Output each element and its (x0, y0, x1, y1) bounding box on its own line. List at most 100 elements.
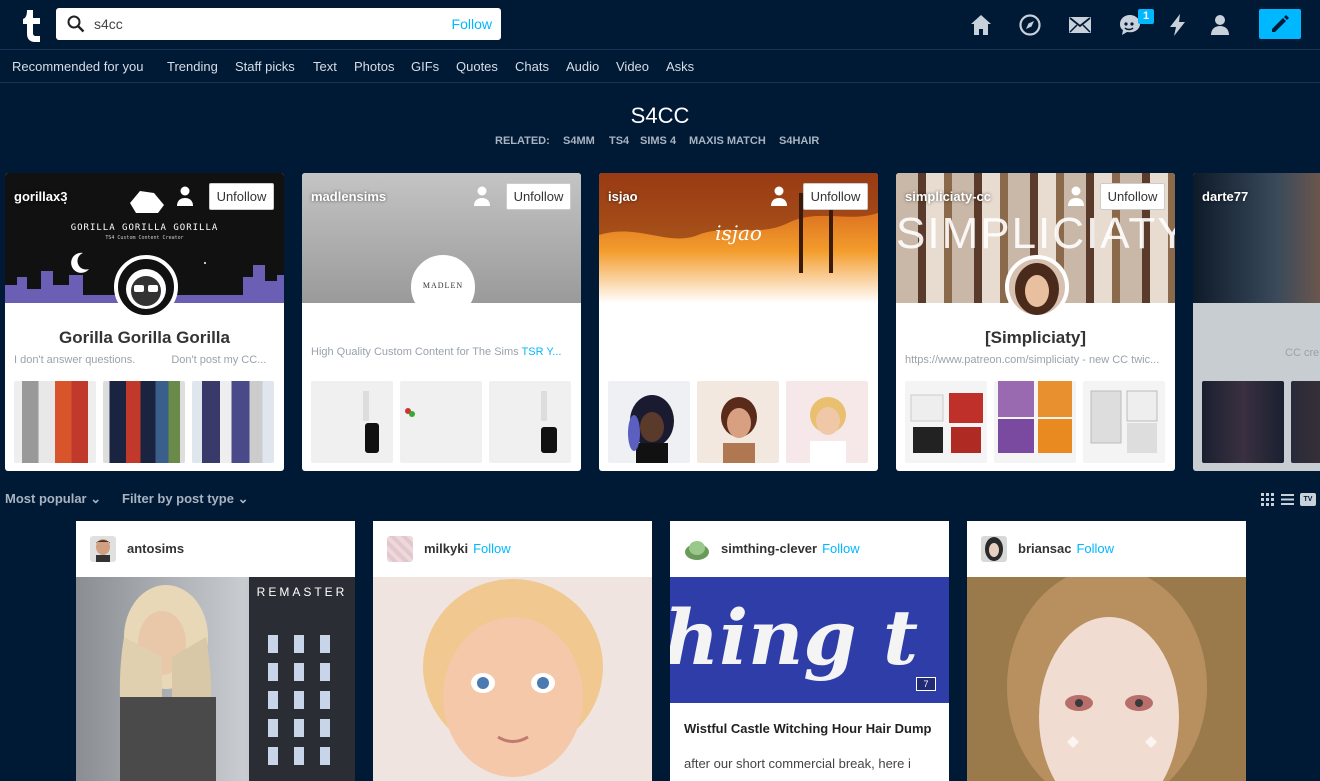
post-avatar[interactable] (981, 536, 1007, 562)
explore-icon[interactable] (1018, 13, 1042, 37)
compose-button[interactable] (1259, 9, 1301, 39)
related-tag-s4hair[interactable]: S4HAIR (779, 135, 819, 147)
post-thumbnail[interactable] (994, 381, 1076, 463)
follow-button[interactable]: Follow (822, 541, 860, 556)
post-thumbnail[interactable] (697, 381, 779, 463)
post-thumbnail[interactable] (489, 381, 571, 463)
related-tag-sims4[interactable]: SIMS 4 (640, 135, 676, 147)
search-follow-button[interactable]: Follow (452, 16, 492, 32)
blog-avatar[interactable] (114, 255, 178, 319)
unfollow-button[interactable]: Unfollow (506, 183, 571, 210)
person-icon (1068, 186, 1084, 206)
banner-title: GORILLA GORILLA GORILLA (70, 223, 219, 233)
post-thumbnail[interactable] (1083, 381, 1165, 463)
tab-text[interactable]: Text (313, 59, 337, 74)
post-thumbnail[interactable] (103, 381, 185, 463)
blog-avatar[interactable]: MADLEN (411, 255, 475, 319)
image-overlay-text: REMASTER (256, 585, 348, 599)
tab-photos[interactable]: Photos (354, 59, 394, 74)
unfollow-button[interactable]: Unfollow (803, 183, 868, 210)
post-thumbnail[interactable] (786, 381, 868, 463)
grid-view-icon[interactable] (1261, 493, 1274, 506)
post-image[interactable] (967, 577, 1246, 781)
blog-description: https://www.patreon.com/simpliciaty - ne… (905, 354, 1160, 366)
chevron-down-icon: ⌄ (237, 491, 249, 506)
post-username[interactable]: simthing-clever Follow (721, 541, 860, 556)
tv-view-icon[interactable]: TV (1300, 493, 1316, 506)
tumblr-logo-icon[interactable] (18, 8, 44, 42)
post-username[interactable]: antosims (127, 541, 184, 556)
tab-quotes[interactable]: Quotes (456, 59, 498, 74)
blog-name[interactable]: darte77 (1202, 189, 1248, 204)
post-thumbnail[interactable] (311, 381, 393, 463)
page-title: S4CC (630, 103, 690, 128)
explore-tabs: Recommended for you Trending Staff picks… (0, 51, 1320, 83)
blog-description: High Quality Custom Content for The Sims… (311, 346, 562, 358)
tab-recommended[interactable]: Recommended for you (12, 59, 144, 74)
post-image[interactable]: hing t 7 (670, 577, 949, 703)
list-view-icon[interactable] (1281, 493, 1294, 506)
blog-avatar[interactable] (1005, 255, 1069, 319)
person-icon (177, 186, 193, 206)
activity-lightning-icon[interactable] (1166, 13, 1190, 37)
blog-card-isjao[interactable]: isjao isjao Unfollow (599, 173, 878, 471)
tab-staff-picks[interactable]: Staff picks (235, 59, 295, 74)
blog-name[interactable]: gorillax3 (14, 189, 67, 204)
blog-name[interactable]: isjao (608, 189, 638, 204)
post-image[interactable]: REMASTER (76, 577, 355, 781)
blog-description: CC cre (1285, 347, 1320, 359)
follow-button[interactable]: Follow (473, 541, 511, 556)
search-icon (67, 15, 85, 33)
post-milkyki[interactable]: milkyki Follow (373, 521, 652, 781)
follow-button[interactable]: Follow (1076, 541, 1114, 556)
related-tag-maxis-match[interactable]: MAXIS MATCH (689, 135, 766, 147)
unfollow-button[interactable]: Unfollow (209, 183, 274, 210)
person-icon (474, 186, 490, 206)
tab-gifs[interactable]: GIFs (411, 59, 439, 74)
post-simthing-clever[interactable]: simthing-clever Follow hing t 7 Wistful C… (670, 521, 949, 781)
photo-count-badge: 7 (916, 677, 936, 691)
post-thumbnail[interactable] (14, 381, 96, 463)
blog-card-gorillax3[interactable]: GORILLA GORILLA GORILLA TS4 Custom Conte… (5, 173, 284, 471)
post-thumbnail[interactable] (400, 381, 482, 463)
post-avatar[interactable] (90, 536, 116, 562)
blog-title: Gorilla Gorilla Gorilla (59, 328, 230, 347)
post-thumbnail[interactable] (905, 381, 987, 463)
post-username[interactable]: briansac Follow (1018, 541, 1114, 556)
tab-asks[interactable]: Asks (666, 59, 694, 74)
search-box[interactable]: Follow (56, 8, 501, 40)
post-avatar[interactable] (684, 536, 710, 562)
banner-title: isjao (715, 221, 762, 245)
sort-dropdown[interactable]: Most popular ⌄ (5, 491, 101, 507)
post-image[interactable] (373, 577, 652, 781)
tab-video[interactable]: Video (616, 59, 649, 74)
blog-title: [Simpliciaty] (984, 328, 1087, 347)
related-tag-s4mm[interactable]: S4MM (563, 135, 595, 147)
blog-card-simpliciaty-cc[interactable]: SIMPLICIATY simpliciaty-cc Unfollow [Sim… (896, 173, 1175, 471)
related-tag-ts4[interactable]: TS4 (609, 135, 629, 147)
post-briansac[interactable]: briansac Follow (967, 521, 1246, 781)
unfollow-button[interactable]: Unfollow (1100, 183, 1165, 210)
post-title[interactable]: Wistful Castle Witching Hour Hair Dump (684, 721, 940, 736)
post-thumbnail[interactable] (608, 381, 690, 463)
blog-card-madlensims[interactable]: madlensims Unfollow MADLEN High Quality … (302, 173, 581, 471)
tab-trending[interactable]: Trending (167, 59, 218, 74)
post-type-filter-dropdown[interactable]: Filter by post type ⌄ (122, 491, 249, 507)
blog-name[interactable]: simpliciaty-cc (905, 189, 991, 204)
image-text: hing t (670, 593, 919, 682)
home-icon[interactable] (969, 13, 993, 37)
search-input[interactable] (92, 12, 432, 36)
mail-icon[interactable] (1068, 13, 1092, 37)
account-icon[interactable] (1208, 13, 1232, 37)
blog-card-darte77[interactable]: darte77 CC cre (1193, 173, 1320, 471)
post-thumbnail[interactable] (1202, 381, 1284, 463)
tab-audio[interactable]: Audio (566, 59, 599, 74)
post-thumbnail[interactable] (1291, 381, 1320, 463)
person-icon (771, 186, 787, 206)
post-antosims[interactable]: antosims REMASTER (76, 521, 355, 781)
post-thumbnail[interactable] (192, 381, 274, 463)
blog-name[interactable]: madlensims (311, 189, 386, 204)
post-avatar[interactable] (387, 536, 413, 562)
tab-chats[interactable]: Chats (515, 59, 549, 74)
post-username[interactable]: milkyki Follow (424, 541, 511, 556)
